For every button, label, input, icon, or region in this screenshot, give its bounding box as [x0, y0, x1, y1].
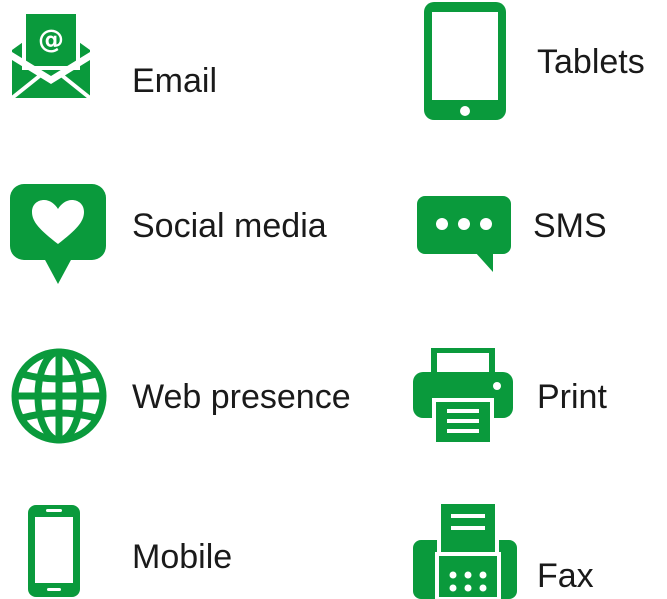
channel-label-social-media: Social media: [132, 207, 327, 245]
social-media-icon: [10, 184, 106, 286]
channel-label-print: Print: [537, 378, 607, 416]
fax-icon: [413, 502, 517, 599]
channel-label-email: Email: [132, 62, 218, 100]
channel-label-mobile: Mobile: [132, 538, 233, 576]
mobile-phone-icon: [26, 503, 82, 599]
tablet-icon: [422, 0, 508, 122]
svg-text:@: @: [38, 25, 64, 55]
printer-icon: [413, 348, 513, 444]
email-icon: @: [10, 10, 92, 100]
channel-label-tablets: Tablets: [537, 43, 645, 81]
channel-label-fax: Fax: [537, 557, 594, 595]
channel-label-sms: SMS: [533, 207, 607, 245]
globe-icon: [10, 347, 108, 445]
sms-icon: [417, 196, 511, 274]
channel-label-web-presence: Web presence: [132, 378, 351, 416]
